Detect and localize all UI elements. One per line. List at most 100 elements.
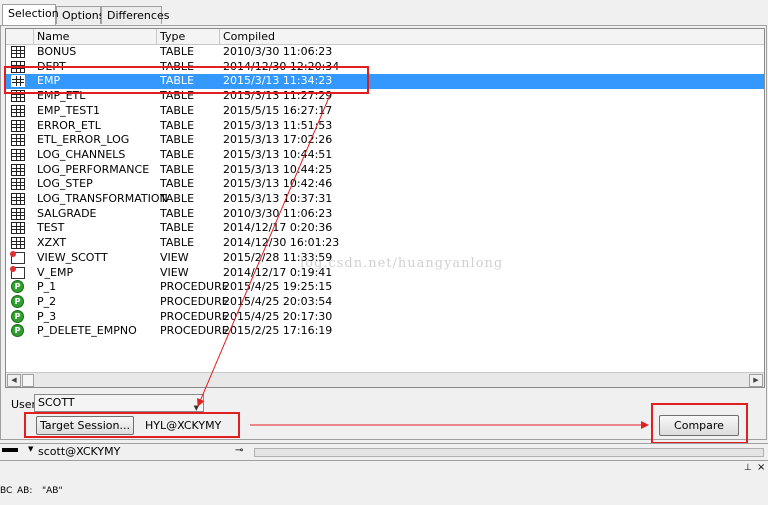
cell-type: TABLE: [160, 162, 195, 176]
cell-name: EMP_TEST1: [37, 103, 100, 117]
horizontal-scrollbar[interactable]: ◀ ▶: [6, 372, 764, 387]
user-select-value: SCOTT: [38, 396, 75, 409]
user-label: User: [11, 398, 37, 411]
status-bar: ▼ scott@XCKYMY ⊸: [0, 443, 768, 461]
table-row[interactable]: P P_DELETE_EMPNO PROCEDURE 2015/2/25 17:16:…: [6, 324, 764, 339]
view-icon: [10, 250, 25, 264]
scroll-thumb[interactable]: [22, 374, 34, 387]
table-row[interactable]: ETL_ERROR_LOG TABLE 2015/3/13 17:02:26: [6, 133, 764, 148]
pin-icon[interactable]: ⊸: [235, 445, 243, 456]
column-header-type[interactable]: Type: [157, 29, 220, 44]
cell-name: ETL_ERROR_LOG: [37, 133, 130, 147]
toolbar-item-1[interactable]: BC: [0, 486, 12, 496]
procedure-icon: P: [11, 294, 24, 308]
cell-name: LOG_TRANSFORMATION: [37, 192, 168, 205]
toolbar-item-3[interactable]: "AB": [42, 486, 63, 496]
grid-header: Name Type Compiled: [6, 29, 764, 45]
cell-compiled: 2015/3/13 10:42:46: [223, 177, 333, 191]
tab-differences[interactable]: Differences: [101, 6, 169, 24]
cell-name: XZXT: [37, 236, 67, 250]
cell-compiled: 2015/3/13 11:51:53: [223, 118, 333, 132]
table-row[interactable]: SALGRADE TABLE 2010/3/30 11:06:23: [6, 206, 764, 222]
cell-compiled: 2015/4/25 19:25:15: [223, 280, 333, 294]
annotation-box-selected-row: [4, 66, 369, 94]
cell-compiled: 2014/12/17 0:20:36: [223, 221, 333, 235]
cell-compiled: 2010/3/30 11:06:23: [223, 45, 333, 58]
scroll-left-button[interactable]: ◀: [7, 374, 21, 387]
connection-label[interactable]: scott@XCKYMY: [38, 445, 120, 458]
cell-name: VIEW_SCOTT: [37, 250, 108, 264]
table-row[interactable]: P P_1 PROCEDURE 2015/4/25 19:25:15: [6, 280, 764, 295]
table-icon: [11, 46, 25, 58]
tab-options[interactable]: Options: [56, 6, 104, 24]
cell-type: PROCEDURE: [160, 309, 229, 323]
cell-name: LOG_CHANNELS: [37, 147, 126, 161]
progress-bar: [254, 448, 764, 457]
table-icon: [11, 237, 25, 250]
header-icon-column: [6, 29, 34, 44]
dock-pin-icon[interactable]: ⊥: [744, 463, 752, 473]
cell-compiled: 2015/3/13 10:37:31: [223, 192, 333, 205]
cell-name: TEST: [37, 221, 65, 235]
table-icon: [11, 134, 25, 147]
cell-compiled: 2015/4/25 20:03:54: [223, 294, 333, 308]
table-row[interactable]: ERROR_ETL TABLE 2015/3/13 11:51:53: [6, 118, 764, 134]
cell-compiled: 2015/4/25 20:17:30: [223, 309, 333, 323]
table-icon: [11, 104, 25, 117]
close-icon[interactable]: ×: [757, 462, 765, 473]
annotation-box-compare: [651, 403, 748, 444]
table-row[interactable]: XZXT TABLE 2014/12/30 16:01:23: [6, 236, 764, 251]
cell-name: LOG_STEP: [37, 177, 93, 191]
procedure-icon: P: [11, 280, 24, 294]
cell-compiled: 2015/3/13 10:44:25: [223, 162, 333, 176]
table-row[interactable]: LOG_CHANNELS TABLE 2015/3/13 10:44:51: [6, 147, 764, 163]
cell-type: TABLE: [160, 236, 195, 250]
cell-type: TABLE: [160, 177, 195, 191]
tab-selection[interactable]: Selection: [2, 4, 59, 25]
table-icon: [11, 148, 25, 161]
table-row[interactable]: P P_2 PROCEDURE 2015/4/25 20:03:54: [6, 294, 764, 310]
table-icon: [11, 222, 25, 235]
cell-type: TABLE: [160, 206, 195, 220]
table-icon: [11, 119, 25, 132]
table-row[interactable]: LOG_PERFORMANCE TABLE 2015/3/13 10:44:25: [6, 162, 764, 178]
procedure-icon: P: [11, 324, 24, 338]
cell-type: PROCEDURE: [160, 280, 229, 294]
cell-type: PROCEDURE: [160, 294, 229, 308]
table-row[interactable]: LOG_STEP TABLE 2015/3/13 10:42:46: [6, 177, 764, 192]
user-select[interactable]: SCOTT ▼: [34, 394, 204, 412]
cell-type: TABLE: [160, 45, 195, 58]
table-row[interactable]: P P_3 PROCEDURE 2015/4/25 20:17:30: [6, 309, 764, 325]
cell-compiled: 2015/3/13 10:44:51: [223, 147, 333, 161]
scroll-right-button[interactable]: ▶: [749, 374, 763, 387]
dock-strip: ⊥ ×: [0, 462, 768, 475]
cell-type: TABLE: [160, 221, 195, 235]
cell-type: TABLE: [160, 192, 195, 205]
cell-compiled: 2015/2/25 17:16:19: [223, 324, 333, 338]
cell-type: TABLE: [160, 118, 195, 132]
cell-type: PROCEDURE: [160, 324, 229, 338]
tab-strip: Selection Options Differences: [0, 4, 768, 25]
view-icon: [10, 265, 25, 279]
cell-type: TABLE: [160, 147, 195, 161]
table-row[interactable]: EMP_TEST1 TABLE 2015/5/15 16:27:17: [6, 103, 764, 119]
cell-compiled: 2010/3/30 11:06:23: [223, 206, 333, 220]
column-header-compiled[interactable]: Compiled: [220, 29, 764, 44]
connection-dropdown-icon[interactable]: ▼: [28, 445, 33, 453]
toolbar-item-2[interactable]: AB:: [17, 486, 32, 496]
procedure-icon: P: [11, 309, 24, 323]
cell-name: P_3: [37, 309, 57, 323]
cell-name: P_1: [37, 280, 57, 294]
annotation-box-target-session: [24, 412, 240, 438]
table-row[interactable]: BONUS TABLE 2010/3/30 11:06:23: [6, 45, 764, 60]
column-header-name[interactable]: Name: [34, 29, 157, 44]
cell-name: V_EMP: [37, 265, 74, 279]
cell-type: VIEW: [160, 250, 189, 264]
table-icon: [11, 178, 25, 191]
table-row[interactable]: LOG_TRANSFORMATION TABLE 2015/3/13 10:37:3…: [6, 192, 764, 207]
cell-name: P_2: [37, 294, 57, 308]
color-indicator: [2, 448, 18, 452]
cell-name: SALGRADE: [37, 206, 97, 220]
cell-type: TABLE: [160, 103, 195, 117]
table-row[interactable]: TEST TABLE 2014/12/17 0:20:36: [6, 221, 764, 236]
